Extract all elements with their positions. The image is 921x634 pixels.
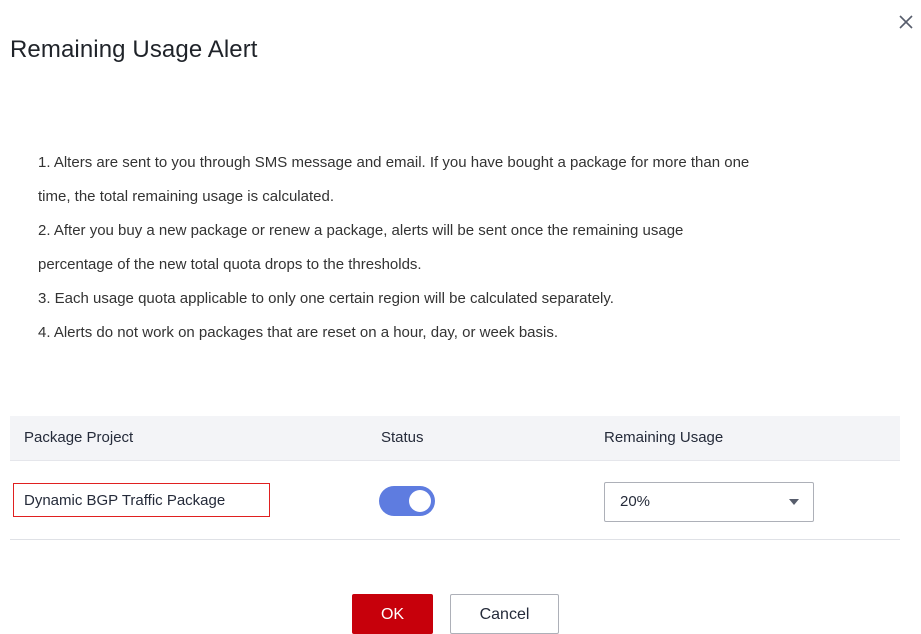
package-project-cell: Dynamic BGP Traffic Package [13,483,270,517]
close-icon[interactable] [896,12,916,32]
note-line: 2. After you buy a new package or renew … [38,222,684,239]
remaining-usage-select[interactable]: 20% [604,482,814,522]
table-row: Dynamic BGP Traffic Package 20% [10,461,900,540]
header-status: Status [381,429,424,446]
note-line: 4. Alerts do not work on packages that a… [38,324,559,341]
remaining-usage-value: 20% [620,493,651,510]
note-line: percentage of the new total quota drops … [38,256,422,273]
status-toggle[interactable] [379,486,435,516]
dialog-title: Remaining Usage Alert [10,36,258,63]
table-header: Package Project Status Remaining Usage [10,416,900,461]
header-package-project: Package Project [24,429,134,446]
header-remaining-usage: Remaining Usage [604,429,724,446]
remaining-usage-alert-dialog: Remaining Usage Alert 1. Alters are sent… [0,0,921,634]
note-line: time, the total remaining usage is calcu… [38,188,334,205]
toggle-knob [409,490,431,512]
package-table: Package Project Status Remaining Usage D… [10,416,900,540]
alert-notes: 1. Alters are sent to you through SMS me… [38,146,878,350]
cancel-button[interactable]: Cancel [450,594,559,634]
ok-button[interactable]: OK [352,594,433,634]
note-line: 3. Each usage quota applicable to only o… [38,290,614,307]
chevron-down-icon [789,499,799,505]
note-line: 1. Alters are sent to you through SMS me… [38,154,750,171]
